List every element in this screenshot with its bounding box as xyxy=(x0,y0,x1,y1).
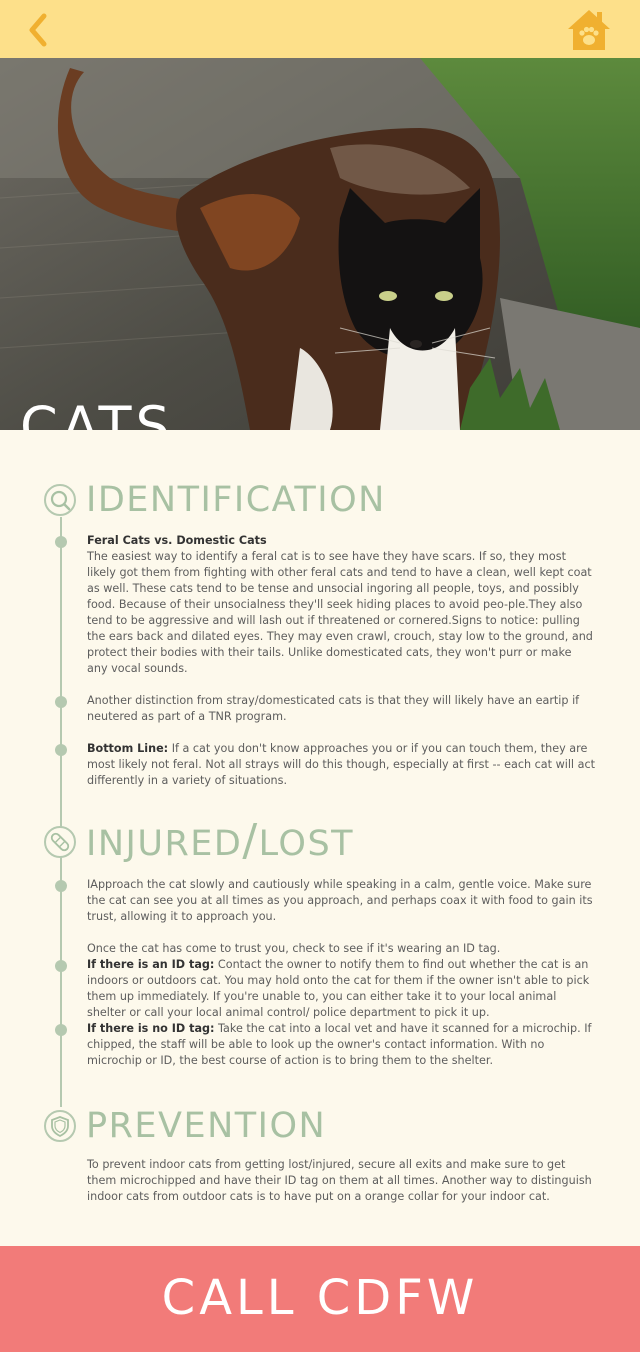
bold-label: If there is an ID tag: xyxy=(87,958,215,971)
identification-paragraph-1: Feral Cats vs. Domestic Cats The easiest … xyxy=(87,533,595,677)
timeline-dot xyxy=(55,696,67,708)
section-title-injured-lost: INJURED/LOST xyxy=(86,819,355,865)
call-cdfw-label: CALL CDFW xyxy=(161,1270,479,1326)
bold-label: Bottom Line: xyxy=(87,742,169,755)
injured-paragraph-1: IApproach the cat slowly and cautiously … xyxy=(87,878,593,923)
chevron-left-icon xyxy=(24,13,52,52)
bandage-icon xyxy=(44,826,76,858)
hero-image: CATS xyxy=(0,58,640,430)
timeline-dot xyxy=(55,880,67,892)
title-separator: / xyxy=(242,815,259,866)
bold-label: If there is no ID tag: xyxy=(87,1022,215,1035)
timeline-dot xyxy=(55,536,67,548)
magnifier-icon xyxy=(44,484,76,516)
home-button[interactable] xyxy=(566,8,612,52)
shield-icon xyxy=(44,1110,76,1142)
timeline-dot xyxy=(55,744,67,756)
back-button[interactable] xyxy=(24,12,52,48)
title-part-lost: LOST xyxy=(258,824,355,864)
section-title-prevention: PREVENTION xyxy=(86,1106,327,1146)
home-paw-icon xyxy=(566,10,612,56)
page-title: CATS xyxy=(20,395,174,431)
paragraph-heading: Feral Cats vs. Domestic Cats xyxy=(87,534,267,547)
cat-photo-illustration xyxy=(0,58,640,430)
injured-paragraph-3: If there is an ID tag: Contact the owner… xyxy=(87,957,595,1021)
top-bar xyxy=(0,0,640,58)
title-part-injured: INJURED xyxy=(86,824,243,864)
timeline-line xyxy=(60,517,62,1107)
timeline-dot xyxy=(55,1024,67,1036)
injured-paragraph-2: Once the cat has come to trust you, chec… xyxy=(87,942,501,955)
call-cdfw-button[interactable]: CALL CDFW xyxy=(0,1246,640,1352)
timeline-dot xyxy=(55,960,67,972)
section-title-identification: IDENTIFICATION xyxy=(86,480,386,520)
paragraph-text: The easiest way to identify a feral cat … xyxy=(87,550,593,675)
prevention-paragraph: To prevent indoor cats from getting lost… xyxy=(87,1158,592,1203)
injured-paragraph-4: If there is no ID tag: Take the cat into… xyxy=(87,1021,595,1069)
identification-paragraph-3: Bottom Line: If a cat you don't know app… xyxy=(87,741,595,789)
identification-paragraph-2: Another distinction from stray/domestica… xyxy=(87,694,580,723)
